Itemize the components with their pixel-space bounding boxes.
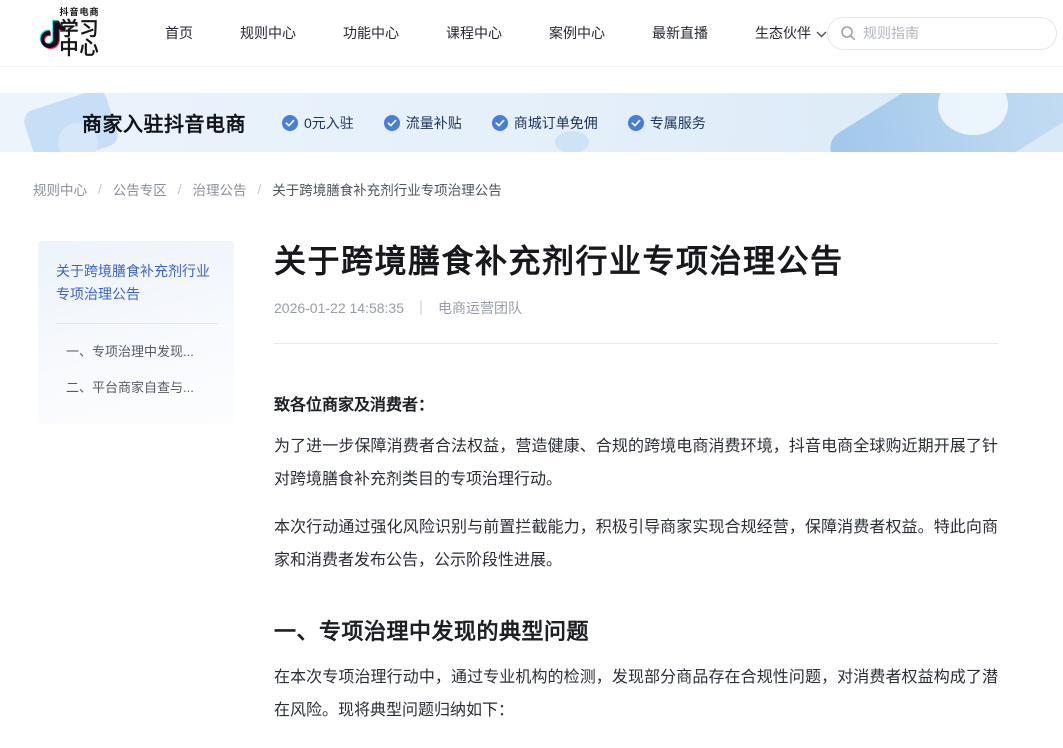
nav-item-latest-live[interactable]: 最新直播 [652,23,708,43]
check-circle-icon [282,115,298,131]
nav-item-rules-center[interactable]: 规则中心 [240,23,296,43]
banner-title: 商家入驻抖音电商 [82,108,246,137]
paragraph: 本次行动通过强化风险识别与前置拦截能力，积极引导商家实现合规经营，保障消费者权益… [274,511,998,577]
nav-item-cases-center[interactable]: 案例中心 [549,23,605,43]
main-nav: 首页 规则中心 功能中心 课程中心 案例中心 最新直播 生态伙伴 [165,23,827,43]
banner-decoration [824,93,1063,152]
douyin-note-icon [33,13,53,53]
content-area: 关于跨境膳食补充剂行业专项治理公告 一、专项治理中发现... 二、平台商家自查与… [0,241,1063,748]
check-circle-icon [492,115,508,131]
toc-item-section-2[interactable]: 二、平台商家自查与... [56,377,218,396]
badge-traffic-subsidy: 流量补贴 [384,113,462,133]
page-title: 关于跨境膳食补充剂行业专项治理公告 [274,241,998,281]
nav-item-features-center[interactable]: 功能中心 [343,23,399,43]
top-navigation-bar: 抖音电商 学习中心 首页 规则中心 功能中心 课程中心 案例中心 最新直播 生态… [0,0,1063,67]
banner-decoration [555,131,589,152]
badge-label: 0元入驻 [304,113,354,133]
check-circle-icon [384,115,400,131]
search-input[interactable] [863,25,1044,41]
badge-free-entry: 0元入驻 [282,113,354,133]
check-circle-icon [628,115,644,131]
toc-card: 关于跨境膳食补充剂行业专项治理公告 一、专项治理中发现... 二、平台商家自查与… [38,241,234,424]
toc-article-link[interactable]: 关于跨境膳食补充剂行业专项治理公告 [56,260,218,306]
breadcrumb-separator: / [178,182,182,197]
search-box[interactable] [827,17,1057,50]
article: 关于跨境膳食补充剂行业专项治理公告 2026-01-22 14:58:35 ｜ … [274,241,998,748]
title-divider [274,343,998,344]
badge-mall-commission-free: 商城订单免佣 [492,113,598,133]
search-icon [840,25,856,41]
nav-item-eco-partners[interactable]: 生态伙伴 [755,23,827,43]
toc-sidebar: 关于跨境膳食补充剂行业专项治理公告 一、专项治理中发现... 二、平台商家自查与… [38,241,234,424]
nav-item-courses-center[interactable]: 课程中心 [446,23,502,43]
badge-label: 流量补贴 [406,113,462,133]
site-logo[interactable]: 抖音电商 学习中心 [33,8,103,58]
paragraph: 为了进一步保障消费者合法权益，营造健康、合规的跨境电商消费环境，抖音电商全球购近… [274,430,998,496]
toc-item-section-1[interactable]: 一、专项治理中发现... [56,341,218,360]
chevron-down-icon [816,25,827,41]
toc-divider [56,323,218,324]
breadcrumb-announcement-zone[interactable]: 公告专区 [113,179,167,199]
breadcrumb-separator: / [258,182,262,197]
meta-separator: ｜ [414,298,428,318]
publish-timestamp: 2026-01-22 14:58:35 [274,300,404,316]
breadcrumb: 规则中心 / 公告专区 / 治理公告 / 关于跨境膳食补充剂行业专项治理公告 [33,179,1063,199]
badge-exclusive-service: 专属服务 [628,113,706,133]
merchant-onboarding-banner[interactable]: 商家入驻抖音电商 0元入驻 流量补贴 商城订单免佣 专属服务 [0,93,1063,152]
nav-item-home[interactable]: 首页 [165,23,193,43]
article-meta: 2026-01-22 14:58:35 ｜ 电商运营团队 [274,298,998,318]
breadcrumb-current-page: 关于跨境膳食补充剂行业专项治理公告 [272,179,502,199]
salutation: 致各位商家及消费者： [274,391,998,415]
badge-label: 商城订单免佣 [514,113,598,133]
section-1-heading: 一、专项治理中发现的典型问题 [274,614,998,646]
breadcrumb-rules-center[interactable]: 规则中心 [33,179,87,199]
breadcrumb-governance-announcements[interactable]: 治理公告 [193,179,247,199]
section-1-intro: 在本次专项治理行动中，通过专业机构的检测，发现部分商品存在合规性问题，对消费者权… [274,661,998,727]
badge-label: 专属服务 [650,113,706,133]
breadcrumb-separator: / [98,182,102,197]
author-name: 电商运营团队 [438,298,522,318]
banner-decoration [938,93,1008,135]
nav-item-eco-partners-label: 生态伙伴 [755,23,811,43]
banner-badges: 0元入驻 流量补贴 商城订单免佣 专属服务 [282,113,706,133]
